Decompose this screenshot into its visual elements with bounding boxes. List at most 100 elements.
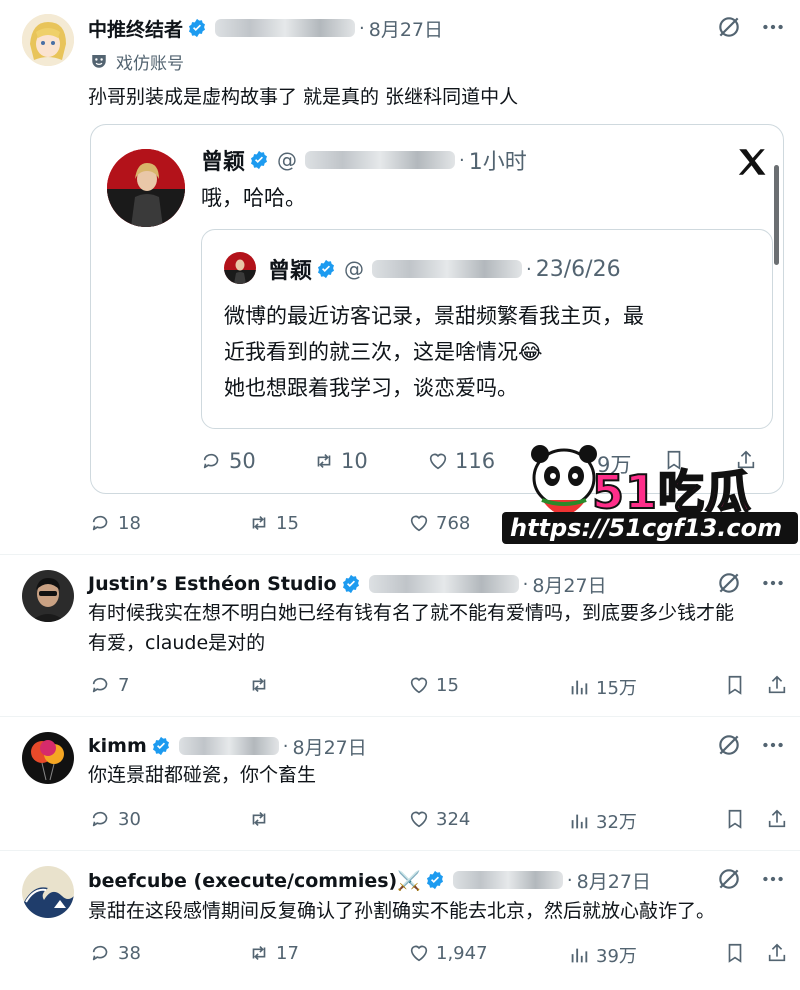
retweet-button[interactable]: 15 xyxy=(248,512,299,534)
tweet-2[interactable]: Justin’s Esthéon Studio · 8月27日 有时候我实在想不… xyxy=(0,554,800,717)
heart-icon xyxy=(410,515,428,532)
great-wave-avatar-icon xyxy=(22,866,74,918)
share-button[interactable] xyxy=(766,942,788,964)
user-photo-icon xyxy=(22,570,74,622)
reply-icon xyxy=(92,945,108,961)
balloons-avatar-icon xyxy=(22,732,74,784)
avatar[interactable] xyxy=(22,570,74,622)
like-button[interactable]: 324 xyxy=(408,808,470,830)
share-button[interactable] xyxy=(766,674,788,696)
reply-icon xyxy=(92,811,108,827)
display-name[interactable]: kimm xyxy=(88,735,147,757)
heart-icon xyxy=(410,945,428,962)
handle-prefix: @ xyxy=(344,257,365,281)
display-name[interactable]: beefcube (execute/commies)⚔️ xyxy=(88,869,421,892)
speaker-photo-icon xyxy=(224,252,256,284)
tweet-date[interactable]: 8月27日 xyxy=(532,571,606,598)
verified-badge-icon xyxy=(342,574,359,594)
retweet-icon xyxy=(252,945,266,961)
retweet-icon xyxy=(252,811,266,827)
bookmark-icon xyxy=(728,675,742,695)
reply-button[interactable]: 50 xyxy=(201,449,256,473)
redacted-handle xyxy=(305,151,456,169)
retweet-icon xyxy=(252,515,266,531)
like-button[interactable]: 768 xyxy=(408,512,470,534)
tweet-text: 孙哥别装成是虚构故事了 就是真的 张继科同道中人 xyxy=(88,86,519,108)
retweet-button[interactable] xyxy=(248,808,276,830)
heart-icon xyxy=(429,453,447,470)
more-options-icon[interactable] xyxy=(760,570,786,596)
handle-prefix: @ xyxy=(277,148,298,172)
reply-button[interactable]: 38 xyxy=(90,942,141,964)
grok-icon[interactable] xyxy=(716,866,742,892)
watermark: 51吃瓜 全网首发 https://51cgf13.com xyxy=(502,438,798,546)
more-options-icon[interactable] xyxy=(760,866,786,892)
tweet-date[interactable]: 8月27日 xyxy=(369,15,443,42)
bookmark-icon xyxy=(728,943,742,963)
watermark-url: https://51cgf13.com xyxy=(510,514,783,542)
avatar[interactable] xyxy=(224,252,256,284)
share-button[interactable] xyxy=(766,808,788,830)
nested-quote-text: 微博的最近访客记录，景甜频繁看我主页，最 近我看到的就三次，这是啥情况😂 她也想… xyxy=(224,304,644,400)
scrollbar[interactable] xyxy=(774,165,779,265)
reply-button[interactable]: 7 xyxy=(90,674,129,696)
retweet-icon xyxy=(317,453,331,469)
bookmark-button[interactable] xyxy=(724,808,746,830)
share-icon xyxy=(768,809,786,828)
display-name[interactable]: 曾颖 xyxy=(268,253,312,285)
tweet-text: 景甜在这段感情期间反复确认了孙割确实不能去北京，然后就放心敲诈了。 xyxy=(88,900,716,922)
redacted-handle xyxy=(368,575,519,593)
grok-icon[interactable] xyxy=(716,732,742,758)
tweet-text: 有时候我实在想不明白她已经有钱有名了就不能有爱情吗，到底要多少钱才能 有爱，cl… xyxy=(88,602,735,654)
tweet-4[interactable]: beefcube (execute/commies)⚔️ · 8月27日 景甜在… xyxy=(0,850,800,990)
heart-icon xyxy=(410,811,428,828)
retweet-button[interactable]: 17 xyxy=(248,942,299,964)
avatar[interactable] xyxy=(22,732,74,784)
reply-icon xyxy=(92,515,108,531)
verified-badge-icon xyxy=(318,259,335,279)
tweet-3[interactable]: kimm · 8月27日 你连景甜都碰瓷，你个畜生 30 324 32万 xyxy=(0,716,800,851)
views-count[interactable]: 39万 xyxy=(568,942,637,968)
display-name[interactable]: Justin’s Esthéon Studio xyxy=(88,573,337,595)
bookmark-button[interactable] xyxy=(724,942,746,964)
analytics-icon xyxy=(571,814,588,829)
redacted-handle xyxy=(215,19,356,37)
verified-badge-icon xyxy=(189,18,206,38)
like-button[interactable]: 116 xyxy=(427,449,495,473)
reply-button[interactable]: 18 xyxy=(90,512,141,534)
avatar[interactable] xyxy=(22,866,74,918)
avatar[interactable] xyxy=(22,14,74,66)
tweet-date[interactable]: 23/6/26 xyxy=(536,257,621,282)
display-name[interactable]: 中推终结者 xyxy=(88,15,183,42)
reply-button[interactable]: 30 xyxy=(90,808,141,830)
like-button[interactable]: 15 xyxy=(408,674,459,696)
tweet-text: 你连景甜都碰瓷，你个畜生 xyxy=(88,764,317,786)
bookmark-button[interactable] xyxy=(724,674,746,696)
retweet-button[interactable]: 10 xyxy=(313,449,368,473)
redacted-handle xyxy=(178,737,279,755)
tweet-date[interactable]: 8月27日 xyxy=(577,867,651,894)
retweet-icon xyxy=(252,677,266,693)
nested-quoted-tweet[interactable]: 曾颖 @ · 23/6/26 微博的最近访客记录，景甜频繁看我主页，最 近我看到… xyxy=(201,229,773,429)
avatar[interactable] xyxy=(107,149,185,227)
heart-icon xyxy=(410,677,428,694)
retweet-button[interactable] xyxy=(248,674,276,696)
display-name[interactable]: 曾颖 xyxy=(201,144,245,176)
grok-icon[interactable] xyxy=(716,14,742,40)
tweet-time[interactable]: 1小时 xyxy=(469,144,527,176)
verified-badge-icon xyxy=(426,870,443,890)
tweet-date[interactable]: 8月27日 xyxy=(292,733,366,760)
quote-text: 哦，哈哈。 xyxy=(201,186,306,210)
verified-badge-icon xyxy=(251,150,268,170)
analytics-icon xyxy=(571,680,588,695)
bookmark-icon xyxy=(728,809,742,829)
more-options-icon[interactable] xyxy=(760,732,786,758)
more-options-icon[interactable] xyxy=(760,14,786,40)
views-count[interactable]: 32万 xyxy=(568,808,637,834)
verified-badge-icon xyxy=(152,736,169,756)
views-count[interactable]: 15万 xyxy=(568,674,637,700)
parody-mask-icon xyxy=(92,55,106,68)
reply-icon xyxy=(203,453,219,469)
grok-icon[interactable] xyxy=(716,570,742,596)
like-button[interactable]: 1,947 xyxy=(408,942,488,964)
